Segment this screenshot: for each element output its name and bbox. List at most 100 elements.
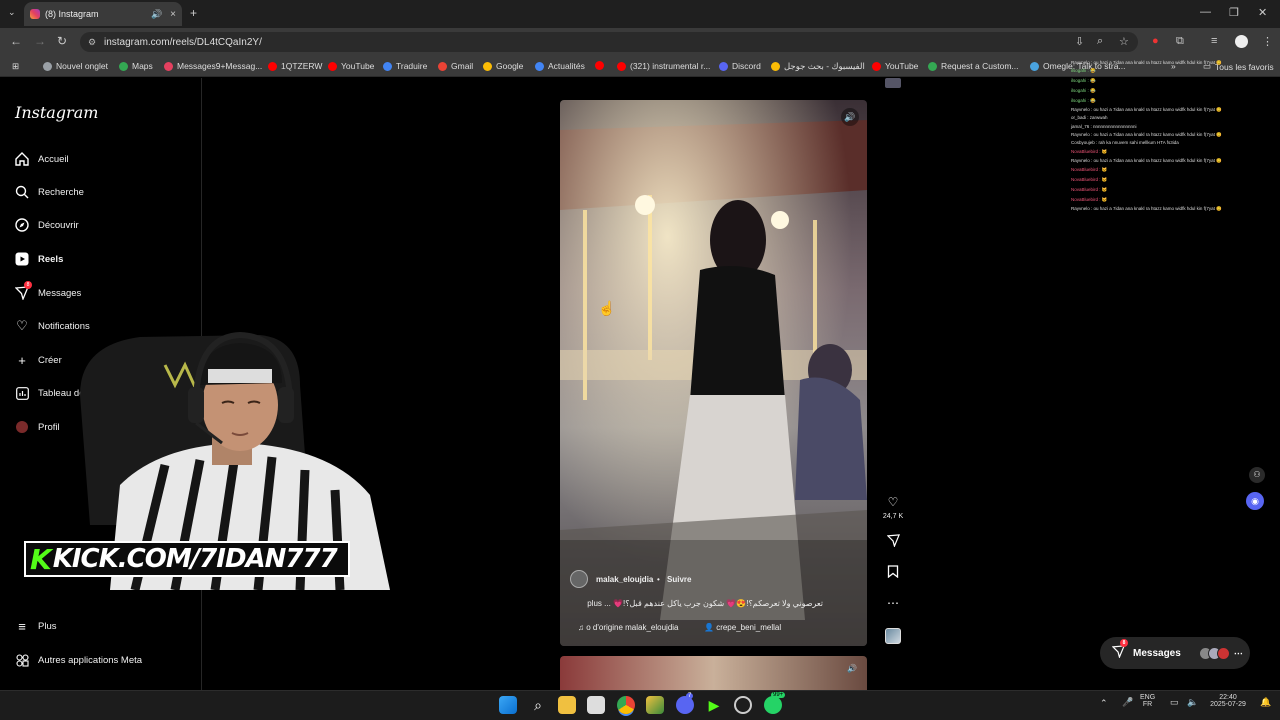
bookmark-item[interactable]: Gmail	[438, 61, 473, 71]
windows-taskbar	[0, 690, 1280, 720]
audio-thumbnail[interactable]	[885, 628, 901, 644]
like-heart-icon[interactable]: ♡	[885, 495, 901, 509]
extension-red-icon[interactable]: ●	[1152, 35, 1159, 47]
messages-badge: 8	[24, 281, 32, 289]
bookmark-item[interactable]: YouTube	[872, 61, 918, 71]
nav-home[interactable]: Accueil	[14, 151, 69, 167]
bookmark-item[interactable]: Messages9+Messag...	[164, 61, 262, 71]
bookmark-item[interactable]	[595, 61, 608, 70]
nav-explore[interactable]: Découvrir	[14, 217, 79, 233]
whatsapp-taskbar-icon[interactable]	[764, 696, 782, 714]
reload-icon[interactable]: ↻	[57, 34, 67, 48]
volume-icon[interactable]: 🔈	[1187, 697, 1198, 708]
tab-instagram[interactable]: (8) Instagram 🔊 ×	[24, 2, 182, 26]
profile-avatar-icon[interactable]	[1235, 35, 1248, 48]
minimize-icon[interactable]: —	[1200, 6, 1211, 18]
bookmark-item[interactable]: Maps	[119, 61, 153, 71]
like-count: 24,7 K	[882, 513, 904, 520]
tab-close-icon[interactable]: ×	[170, 9, 176, 20]
next-reel-mute-icon[interactable]: 🔊	[847, 664, 857, 673]
close-window-icon[interactable]: ✕	[1258, 6, 1267, 19]
reel-username[interactable]: malak_eloujdia	[596, 575, 653, 584]
reel-video[interactable]: 🔊	[560, 100, 867, 646]
reel-follow-button[interactable]: Suivre	[667, 575, 691, 584]
bookmark-item[interactable]: 1QTZERW	[268, 61, 322, 71]
bookmark-item[interactable]: الفيسبوك - بحث جوجل	[771, 61, 865, 72]
reel-separator-dot: •	[657, 575, 660, 584]
bookmark-item[interactable]: (321) instrumental r...	[617, 61, 710, 71]
speaker-icon[interactable]: 🔊	[151, 9, 162, 20]
next-reel-preview[interactable]	[560, 656, 867, 690]
kick-logo-icon: K	[30, 542, 52, 576]
app-taskbar-icon[interactable]	[646, 696, 664, 714]
messages-pill-button[interactable]: 8 Messages ⋯	[1100, 637, 1250, 669]
forward-icon[interactable]: →	[34, 34, 46, 48]
back-icon[interactable]: ←	[10, 34, 22, 48]
obs-taskbar-icon[interactable]	[734, 696, 752, 714]
nav-meta-apps[interactable]: Autres applications Meta	[14, 652, 142, 668]
reels-icon	[14, 251, 30, 267]
apps-grid-icon[interactable]: ⊞	[12, 61, 19, 72]
bookmark-star-icon[interactable]: ☆	[1119, 35, 1129, 48]
chat-line: NovaBluebird : 🐱	[1071, 177, 1108, 182]
bookmark-item[interactable]: Nouvel onglet	[43, 61, 108, 71]
share-send-icon[interactable]	[885, 534, 901, 550]
chat-line: NovaBluebird : 🐱	[1071, 197, 1108, 202]
windows-start-icon[interactable]	[499, 696, 517, 714]
reel-tagged-user[interactable]: 👤 crepe_beni_mellal	[704, 623, 781, 632]
prev-reel-thumbnail[interactable]	[885, 78, 901, 88]
floating-app-icon[interactable]: ⚇	[1249, 467, 1265, 483]
reel-mute-icon[interactable]: 🔊	[841, 108, 859, 126]
tray-overflow-icon[interactable]: ⌃	[1100, 698, 1108, 709]
bookmark-item[interactable]: YouTube	[328, 61, 374, 71]
instagram-logo[interactable]: Instagram	[15, 103, 98, 122]
kick-taskbar-icon[interactable]: ▶	[705, 696, 723, 714]
file-explorer-icon[interactable]	[558, 696, 576, 714]
bookmark-item[interactable]: Traduire	[383, 61, 427, 71]
nav-messages[interactable]: 8 Messages	[14, 281, 81, 301]
network-icon[interactable]: ▭	[1170, 697, 1179, 708]
nav-reels[interactable]: Reels	[14, 251, 63, 267]
store-icon[interactable]	[587, 696, 605, 714]
reel-audio[interactable]: ♫ o d'origine malak_eloujdia	[578, 623, 679, 632]
bookmark-item[interactable]: Request a Custom...	[928, 61, 1018, 71]
media-control-icon[interactable]: ≡	[1211, 35, 1217, 47]
chrome-taskbar-icon[interactable]	[617, 696, 635, 714]
bookmark-item[interactable]: Actualités	[535, 61, 585, 71]
language-indicator[interactable]: ENG FR	[1140, 694, 1155, 708]
chat-line: NovaBluebird : 🐱	[1071, 149, 1108, 154]
new-tab-button[interactable]: +	[190, 6, 197, 20]
nav-more[interactable]: ≡ Plus	[14, 618, 56, 634]
nav-search[interactable]: Recherche	[14, 184, 84, 200]
restore-icon[interactable]: ❐	[1229, 6, 1239, 19]
reel-caption[interactable]: تعرصوني ولا تعرصكم؟!😍💗 شكون جرب ياكل عند…	[578, 599, 823, 608]
chat-line: Cosbyoujeb : rah ka nnuvem sahi mellkum …	[1071, 140, 1179, 145]
kick-banner: K KICK.COM/7IDAN777	[24, 541, 350, 577]
bookmark-item[interactable]: Discord	[719, 61, 761, 71]
more-dots-icon: ⋯	[1233, 647, 1243, 658]
kick-channel-text: KICK.COM/7IDAN777	[52, 544, 338, 574]
site-info-icon[interactable]: ⚙	[88, 37, 96, 48]
mic-icon[interactable]: 🎤	[1122, 697, 1133, 708]
chat-line: Rayvnelo : ou hazi a 7idan ana knakl ra …	[1071, 60, 1222, 65]
chat-line: Rayvnelo : ou hazi a 7idan ana knakl ra …	[1071, 206, 1222, 211]
address-bar[interactable]: ⚙ instagram.com/reels/DL4tCQaIn2Y/	[80, 32, 1138, 52]
extensions-puzzle-icon[interactable]: ⧉	[1176, 35, 1184, 48]
hand-cursor-icon: ☝	[598, 300, 616, 316]
chat-line: ilsogahi : 😂	[1071, 68, 1096, 73]
install-app-icon[interactable]: ⇩	[1075, 35, 1084, 48]
chat-line: NovaBluebird : 🐱	[1071, 187, 1108, 192]
messenger-icon: 8	[1111, 639, 1128, 661]
bookmark-item[interactable]: Google	[483, 61, 523, 71]
tab-search-icon[interactable]: ⌄	[8, 7, 16, 18]
taskbar-search-icon[interactable]: ⌕	[529, 696, 547, 714]
discord-float-icon[interactable]: ◉	[1246, 492, 1264, 510]
clock[interactable]: 22:40 2025-07-29	[1207, 694, 1249, 708]
home-icon	[14, 151, 30, 167]
more-options-icon[interactable]: ⋯	[885, 596, 901, 610]
reel-author-avatar[interactable]	[570, 570, 588, 588]
notification-center-icon[interactable]: 🔔	[1260, 697, 1271, 708]
menu-kebab-icon[interactable]: ⋮	[1262, 35, 1273, 48]
zoom-icon[interactable]: ⌕	[1097, 35, 1103, 48]
save-bookmark-icon[interactable]	[885, 565, 901, 581]
